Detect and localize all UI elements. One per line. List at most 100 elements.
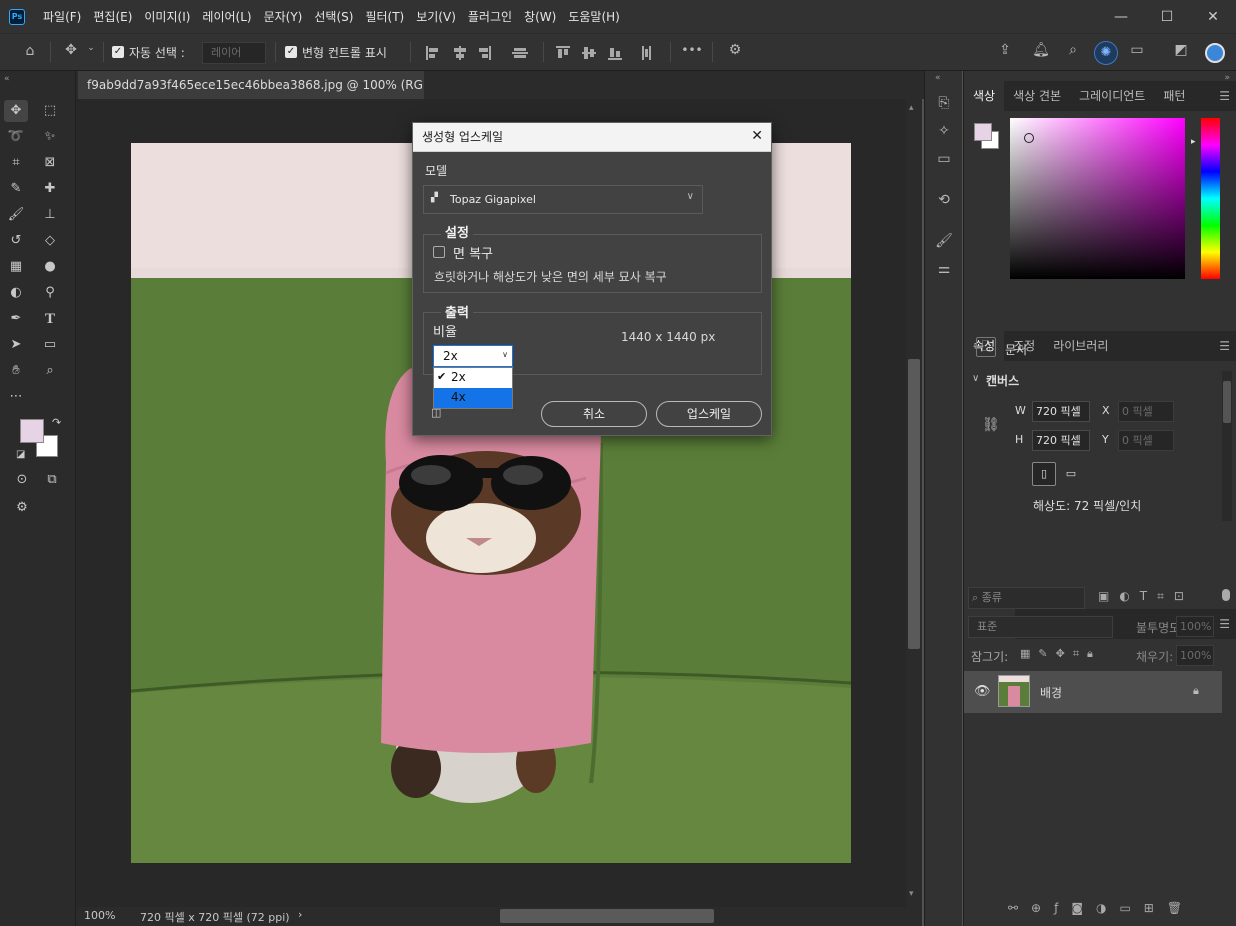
color-fg-swatch[interactable]: [974, 123, 992, 141]
panel-menu-icon[interactable]: ☰: [1219, 339, 1230, 353]
path-select-icon[interactable]: ➤: [4, 334, 28, 356]
magic-wand-icon[interactable]: ✨︎: [38, 126, 62, 148]
status-menu-arrow[interactable]: ›: [298, 908, 302, 921]
history-brush-icon[interactable]: ↺: [4, 230, 28, 252]
tab-gradients[interactable]: 그레이디언트: [1070, 81, 1154, 111]
horizontal-scroll-thumb[interactable]: [500, 909, 714, 923]
crop-tool-icon[interactable]: ⌗: [4, 152, 28, 174]
y-field[interactable]: 0 픽셀: [1118, 430, 1174, 451]
width-field[interactable]: 720 픽셀: [1032, 401, 1090, 422]
foreground-color-swatch-top[interactable]: [20, 419, 44, 443]
screen-mode-icon[interactable]: ⧉: [40, 469, 64, 491]
gear-icon[interactable]: ⚙: [724, 42, 746, 58]
panel-menu-icon[interactable]: ☰: [1219, 89, 1230, 103]
tab-patterns[interactable]: 패턴: [1154, 81, 1194, 111]
default-colors-icon[interactable]: ◪: [16, 449, 25, 460]
color-picker-marker[interactable]: [1024, 133, 1034, 143]
menu-plugins[interactable]: 플러그인: [462, 8, 518, 25]
scale-option-2x[interactable]: ✔ 2x: [434, 368, 512, 388]
rectangle-tool-icon[interactable]: ▭: [38, 334, 62, 356]
height-field[interactable]: 720 픽셀: [1032, 430, 1090, 451]
cancel-button[interactable]: 취소: [541, 401, 647, 427]
tab-color[interactable]: 색상: [964, 81, 1005, 111]
menu-file[interactable]: 파일(F): [37, 8, 87, 25]
workspace-icon[interactable]: ▭: [1126, 42, 1148, 58]
scroll-thumb[interactable]: [908, 359, 920, 649]
layer-filter-icons[interactable]: ▣◐T⌗⊡: [1098, 589, 1194, 604]
maximize-button[interactable]: ☐: [1144, 9, 1190, 25]
align-icons[interactable]: [424, 44, 534, 62]
layer-actions-icons[interactable]: ⚯⊕ƒ◙◑▭⊞🗑︎: [1008, 901, 1195, 915]
history-states-icon[interactable]: ⎘: [933, 95, 955, 111]
close-icon[interactable]: ✕: [751, 128, 763, 144]
layer-row[interactable]: 👁︎ 배경 🔒︎: [964, 671, 1222, 713]
share-icon[interactable]: ⇪: [994, 42, 1016, 58]
eye-visibility-icon[interactable]: 👁︎: [974, 684, 991, 699]
link-chain-icon[interactable]: ⛓: [982, 417, 1000, 433]
move-tool-icon[interactable]: ✥: [4, 100, 28, 122]
model-dropdown[interactable]: ▞ Topaz Gigapixel ∨: [423, 185, 703, 214]
panel-menu-icon[interactable]: ☰: [1219, 617, 1230, 631]
move-tool-icon[interactable]: ✥: [60, 42, 82, 58]
zoom-lens-icon[interactable]: ⚲: [38, 282, 62, 304]
fill-field[interactable]: 100%: [1176, 645, 1214, 666]
chevron-down-icon[interactable]: ⌄: [85, 43, 97, 53]
opacity-field[interactable]: 100%: [1176, 616, 1214, 637]
hue-slider-handle[interactable]: ▸: [1191, 137, 1196, 147]
swap-colors-icon[interactable]: ↷: [52, 416, 61, 429]
auto-select-target-dropdown[interactable]: 레이어: [202, 42, 266, 64]
frame-tool-icon[interactable]: ⊠: [38, 152, 62, 174]
eyedropper-icon[interactable]: ✎: [4, 178, 28, 200]
lock-icons[interactable]: ▦✎✥⌗🔒︎: [1020, 647, 1101, 661]
distribute-icons[interactable]: [554, 44, 664, 62]
dodge-tool-icon[interactable]: ◐: [4, 282, 28, 304]
expand-icon[interactable]: «: [935, 73, 941, 83]
pen-tool-icon[interactable]: ✒: [4, 308, 28, 330]
landscape-orientation-icon[interactable]: ▭: [1060, 464, 1082, 484]
tab-libraries[interactable]: 라이브러리: [1044, 331, 1117, 361]
menu-help[interactable]: 도움말(H): [562, 8, 626, 25]
zoom-tool-icon[interactable]: ⌕: [38, 360, 62, 382]
x-field[interactable]: 0 픽셀: [1118, 401, 1174, 422]
brush-tool-icon[interactable]: 🖌︎: [4, 204, 28, 226]
blend-mode-dropdown[interactable]: 표준: [968, 616, 1113, 638]
auto-select-checkbox[interactable]: ✓: [112, 46, 124, 58]
gradient-tool-icon[interactable]: ▦: [4, 256, 28, 278]
plugin-icon[interactable]: ◩: [1170, 42, 1192, 58]
discover-lightbulb-icon[interactable]: ✺: [1094, 41, 1118, 65]
more-tools-icon[interactable]: ⋯: [4, 386, 28, 408]
edit-toolbar-icon[interactable]: ⚙: [10, 497, 34, 519]
menu-view[interactable]: 보기(V): [410, 8, 462, 25]
menu-select[interactable]: 선택(S): [308, 8, 359, 25]
face-restore-checkbox[interactable]: [433, 246, 445, 258]
comments-icon[interactable]: ▭: [933, 151, 955, 167]
menu-edit[interactable]: 편집(E): [87, 8, 138, 25]
clone-stamp-icon[interactable]: ⊥: [38, 204, 62, 226]
document-tab[interactable]: f9ab9dd7a93f465ece15ec46bbea3868.jpg @ 1…: [78, 71, 424, 99]
color-picker-field[interactable]: [1010, 118, 1185, 279]
hand-tool-icon[interactable]: ✋︎: [4, 360, 28, 382]
notification-bell-icon[interactable]: 🔔︎: [1030, 42, 1052, 58]
tab-swatches[interactable]: 색상 견본: [1004, 81, 1070, 111]
scale-dropdown[interactable]: 2x ∨: [433, 345, 513, 367]
menu-window[interactable]: 창(W): [518, 8, 562, 25]
more-options-icon[interactable]: •••: [680, 43, 704, 57]
menu-layer[interactable]: 레이어(L): [196, 8, 257, 25]
menu-filter[interactable]: 필터(T): [359, 8, 410, 25]
layer-name[interactable]: 배경: [1040, 684, 1062, 701]
healing-brush-icon[interactable]: ✚: [38, 178, 62, 200]
transform-controls-checkbox[interactable]: ✓: [285, 46, 297, 58]
portrait-orientation-icon[interactable]: ▯: [1032, 462, 1056, 486]
scroll-up-icon[interactable]: ▴: [909, 103, 914, 113]
eraser-tool-icon[interactable]: ◇: [38, 230, 62, 252]
menu-image[interactable]: 이미지(I): [138, 8, 196, 25]
user-avatar[interactable]: [1205, 43, 1225, 63]
zoom-level[interactable]: 100%: [84, 909, 115, 922]
brush-settings-icon[interactable]: ✧: [933, 123, 955, 139]
scroll-down-icon[interactable]: ▾: [909, 889, 914, 899]
quick-mask-icon[interactable]: ⊙: [10, 469, 34, 491]
vertical-scrollbar[interactable]: ▴ ▾: [906, 99, 922, 907]
minimize-button[interactable]: —: [1098, 9, 1144, 25]
brushes-icon[interactable]: 🖌︎: [933, 233, 955, 249]
menu-type[interactable]: 문자(Y): [258, 8, 309, 25]
